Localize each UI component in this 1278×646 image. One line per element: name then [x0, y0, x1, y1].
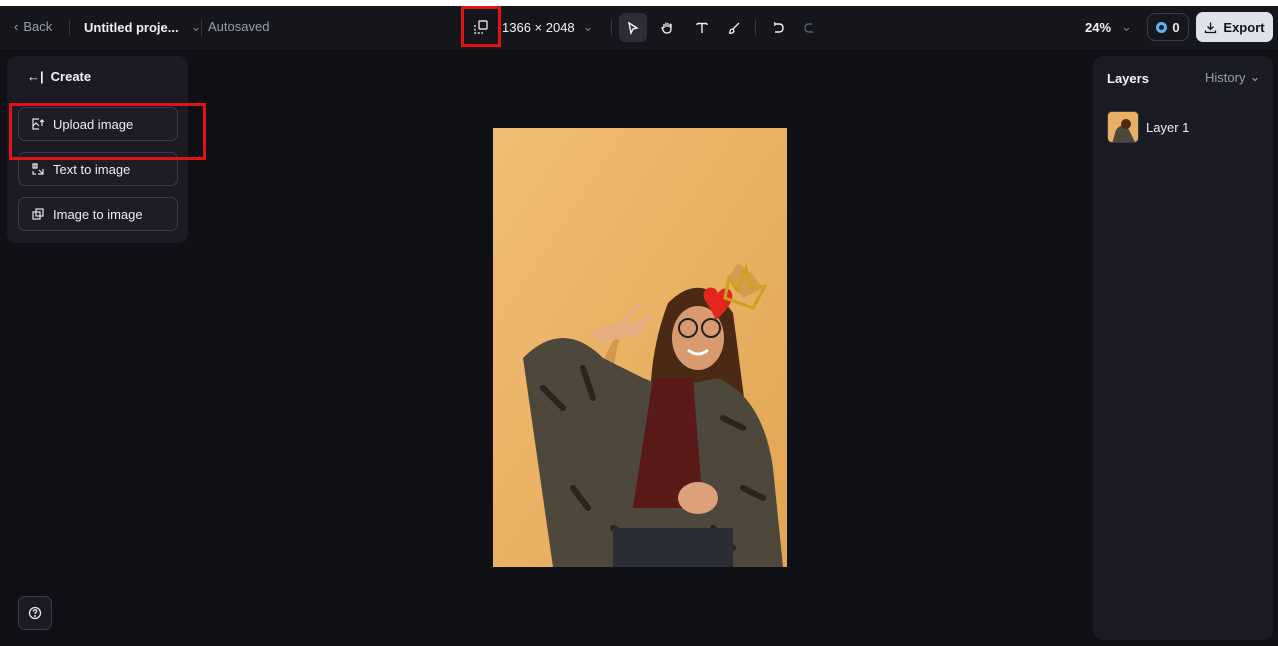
help-icon — [28, 606, 42, 620]
history-label: History — [1205, 69, 1246, 85]
redo-button[interactable] — [796, 13, 824, 42]
divider — [201, 19, 202, 36]
autosave-status: Autosaved — [208, 19, 270, 34]
layer-name: Layer 1 — [1146, 119, 1190, 135]
credit-icon — [1156, 21, 1168, 33]
text-to-image-icon — [32, 163, 44, 175]
zoom-level: 24% — [1085, 19, 1112, 35]
brush-icon — [728, 22, 740, 34]
undo-icon — [773, 21, 784, 33]
export-label: Export — [1223, 19, 1265, 35]
layer-thumbnail — [1107, 111, 1139, 143]
brush-tool[interactable] — [720, 13, 748, 42]
redo-icon — [804, 22, 813, 33]
layers-title[interactable]: Layers — [1107, 71, 1149, 86]
chevron-left-icon: ‹ — [14, 19, 19, 34]
image-to-image-button[interactable]: Image to image — [18, 197, 178, 231]
zoom-dropdown[interactable]: 24% ⌄ — [1085, 19, 1132, 35]
hand-icon — [660, 22, 672, 34]
select-tool[interactable] — [619, 13, 647, 42]
collapse-left-icon: ←| — [27, 69, 44, 84]
text-to-image-button[interactable]: Text to image — [18, 152, 178, 186]
image-to-image-icon — [32, 208, 44, 220]
canvas-image[interactable] — [493, 128, 787, 567]
portrait-photo — [493, 128, 787, 567]
text-to-image-label: Text to image — [53, 161, 131, 177]
resize-canvas-button[interactable] — [461, 6, 501, 47]
divider — [755, 19, 756, 36]
undo-button[interactable] — [764, 13, 792, 42]
back-label: Back — [23, 19, 53, 34]
create-title: Create — [50, 69, 92, 84]
export-button[interactable]: Export — [1196, 12, 1273, 42]
create-panel-header[interactable]: ←| Create — [27, 69, 91, 84]
top-toolbar: ‹ Back Untitled proje... ⌄ Autosaved 136… — [0, 6, 1278, 49]
upload-image-icon — [32, 118, 45, 130]
upload-image-label: Upload image — [53, 116, 134, 132]
text-icon — [696, 22, 708, 33]
cursor-icon — [627, 21, 639, 35]
divider — [69, 19, 70, 36]
help-button[interactable] — [18, 596, 52, 630]
create-panel: ←| Create Upload image Text to image Ima… — [7, 56, 188, 243]
project-name-dropdown[interactable]: Untitled proje... ⌄ — [84, 19, 202, 35]
resize-canvas-icon — [474, 19, 488, 34]
hand-tool[interactable] — [653, 13, 681, 42]
back-button[interactable]: ‹ Back — [14, 19, 52, 34]
layer-thumbnail-image — [1108, 112, 1138, 142]
chevron-down-icon: ⌄ — [1121, 19, 1132, 34]
upload-image-button[interactable]: Upload image — [18, 107, 178, 141]
canvas-size-value: 1366 × 2048 — [502, 19, 575, 35]
canvas-size-dropdown[interactable]: 1366 × 2048 ⌄ — [502, 19, 594, 35]
credits-badge[interactable]: 0 — [1147, 13, 1189, 41]
app-window: ‹ Back Untitled proje... ⌄ Autosaved 136… — [0, 6, 1278, 646]
layer-item[interactable]: Layer 1 — [1107, 111, 1189, 143]
chevron-down-icon: ⌄ — [582, 19, 594, 34]
layers-panel: Layers History ⌄ Layer 1 — [1093, 56, 1273, 640]
download-icon — [1205, 22, 1217, 33]
credits-count: 0 — [1172, 19, 1180, 35]
text-tool[interactable] — [688, 13, 716, 42]
project-name: Untitled proje... — [84, 19, 179, 35]
chevron-down-icon: ⌄ — [190, 19, 202, 34]
divider — [611, 19, 612, 36]
history-dropdown[interactable]: History ⌄ — [1205, 69, 1260, 85]
image-to-image-label: Image to image — [53, 206, 143, 222]
chevron-down-icon: ⌄ — [1249, 69, 1261, 84]
